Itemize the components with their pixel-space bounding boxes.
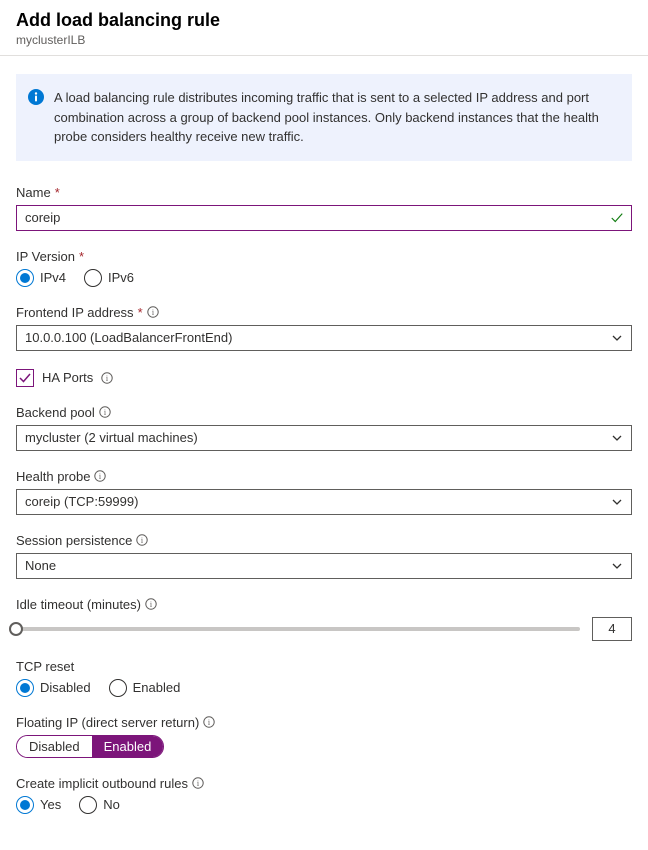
tcp-reset-radio-group: Disabled Enabled	[16, 679, 632, 697]
chevron-down-icon	[611, 432, 623, 444]
ipv4-radio[interactable]: IPv4	[16, 269, 66, 287]
help-icon[interactable]: i	[101, 372, 113, 384]
help-icon[interactable]: i	[99, 406, 111, 418]
outbound-rules-radio-group: Yes No	[16, 796, 632, 814]
tcp-reset-disabled-radio[interactable]: Disabled	[16, 679, 91, 697]
help-icon[interactable]: i	[147, 306, 159, 318]
ip-version-label: IP Version *	[16, 249, 632, 264]
floating-ip-enabled-pill[interactable]: Enabled	[92, 736, 164, 757]
ha-ports-label: HA Ports	[42, 370, 93, 385]
slider-thumb[interactable]	[9, 622, 23, 636]
name-input[interactable]	[16, 205, 632, 231]
chevron-down-icon	[611, 496, 623, 508]
valid-check-icon	[610, 211, 624, 225]
outbound-no-radio[interactable]: No	[79, 796, 120, 814]
idle-timeout-slider[interactable]	[16, 627, 580, 631]
help-icon[interactable]: i	[94, 470, 106, 482]
svg-text:i: i	[197, 779, 200, 788]
chevron-down-icon	[611, 560, 623, 572]
page-title: Add load balancing rule	[16, 10, 632, 31]
svg-text:i: i	[104, 408, 107, 417]
floating-ip-disabled-pill[interactable]: Disabled	[17, 736, 92, 757]
svg-text:i: i	[106, 374, 109, 383]
ip-version-radio-group: IPv4 IPv6	[16, 269, 632, 287]
session-persistence-label: Session persistence i	[16, 533, 632, 548]
svg-text:i: i	[150, 600, 153, 609]
help-icon[interactable]: i	[136, 534, 148, 546]
idle-timeout-value[interactable]: 4	[592, 617, 632, 641]
outbound-rules-label: Create implicit outbound rules i	[16, 776, 632, 791]
info-banner: A load balancing rule distributes incomi…	[16, 74, 632, 161]
help-icon[interactable]: i	[145, 598, 157, 610]
help-icon[interactable]: i	[203, 716, 215, 728]
ipv6-radio[interactable]: IPv6	[84, 269, 134, 287]
health-probe-label: Health probe i	[16, 469, 632, 484]
name-label: Name *	[16, 185, 632, 200]
tcp-reset-label: TCP reset	[16, 659, 632, 674]
outbound-yes-radio[interactable]: Yes	[16, 796, 61, 814]
svg-text:i: i	[99, 472, 102, 481]
health-probe-select[interactable]: coreip (TCP:59999)	[16, 489, 632, 515]
idle-timeout-label: Idle timeout (minutes) i	[16, 597, 632, 612]
session-persistence-select[interactable]: None	[16, 553, 632, 579]
frontend-ip-label: Frontend IP address * i	[16, 305, 632, 320]
tcp-reset-enabled-radio[interactable]: Enabled	[109, 679, 181, 697]
info-icon	[28, 89, 44, 105]
svg-text:i: i	[208, 718, 211, 727]
floating-ip-toggle: Disabled Enabled	[16, 735, 164, 758]
info-text: A load balancing rule distributes incomi…	[54, 88, 618, 147]
chevron-down-icon	[611, 332, 623, 344]
help-icon[interactable]: i	[192, 777, 204, 789]
svg-text:i: i	[141, 536, 144, 545]
ha-ports-checkbox[interactable]	[16, 369, 34, 387]
panel-header: Add load balancing rule myclusterILB	[0, 0, 648, 56]
frontend-ip-select[interactable]: 10.0.0.100 (LoadBalancerFrontEnd)	[16, 325, 632, 351]
page-subtitle: myclusterILB	[16, 33, 632, 47]
floating-ip-label: Floating IP (direct server return) i	[16, 715, 632, 730]
svg-text:i: i	[152, 308, 155, 317]
backend-pool-label: Backend pool i	[16, 405, 632, 420]
backend-pool-select[interactable]: mycluster (2 virtual machines)	[16, 425, 632, 451]
